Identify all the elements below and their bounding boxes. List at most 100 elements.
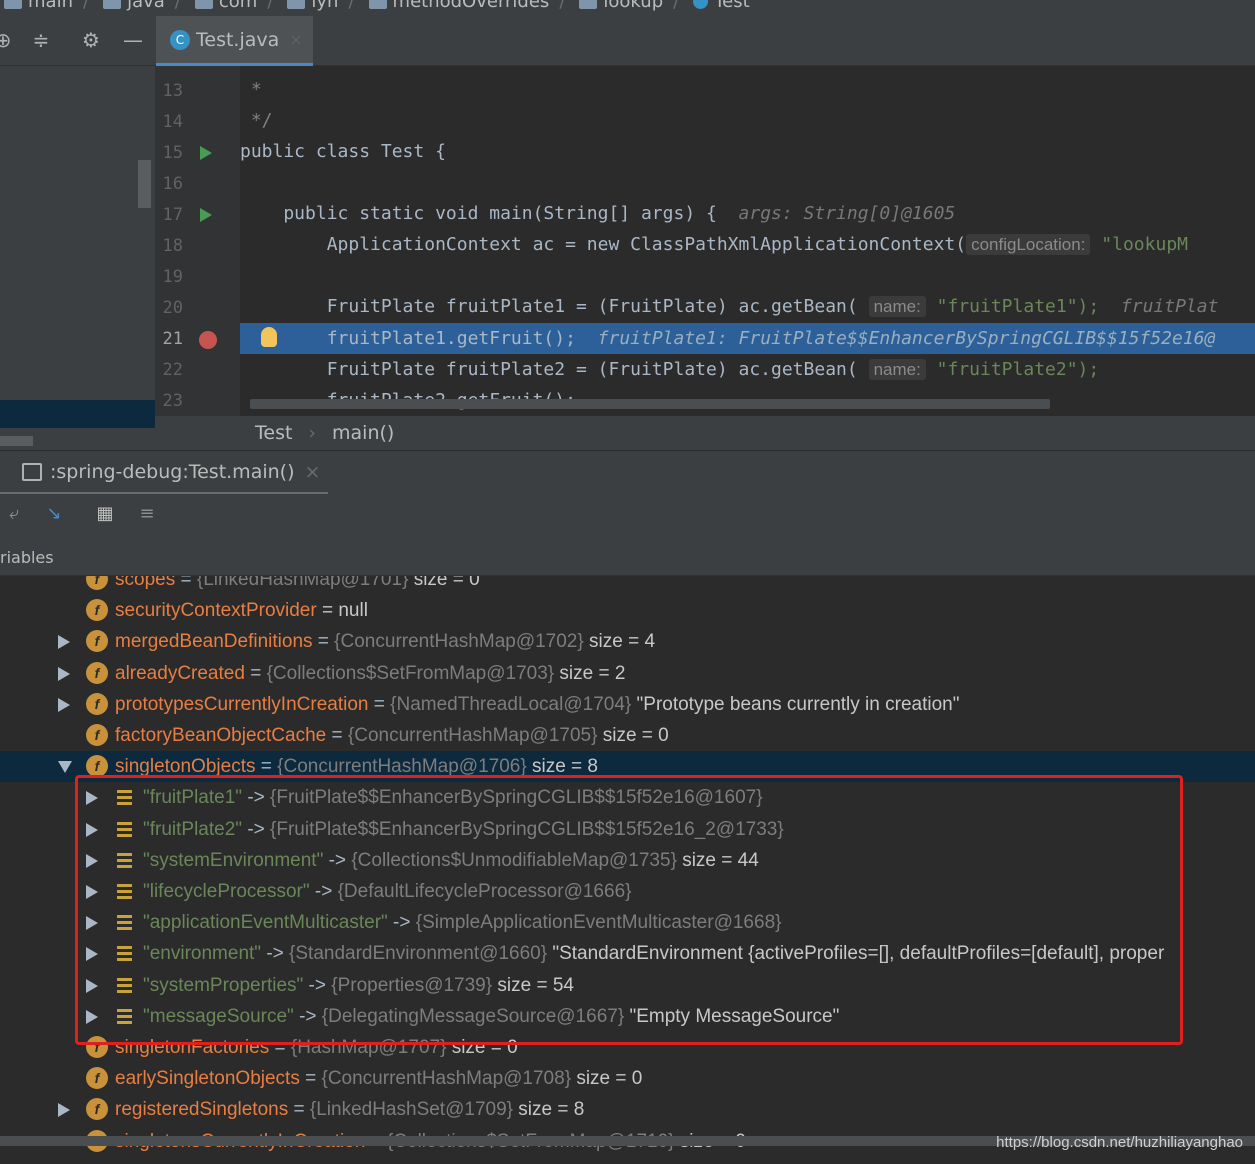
debug-icon	[22, 462, 42, 481]
field-icon: f	[86, 576, 108, 590]
navigation-bar: main / java / com / lyn / methodOverrides / l…	[0, 0, 1255, 16]
close-icon[interactable]: ×	[289, 30, 302, 49]
variable-row[interactable]: f securityContextProvider = null	[0, 595, 1255, 626]
editor-toolbar: ⊕ ≑ ⚙ — C Test.java ×	[0, 16, 1255, 66]
line-number: 20	[162, 298, 183, 318]
variable-name: earlySingletonObjects	[115, 1068, 300, 1090]
expand-arrow-right-icon[interactable]	[58, 697, 70, 712]
line-number: 21	[162, 329, 183, 349]
value-type: {ConcurrentHashMap@1702}	[334, 631, 584, 653]
line-number: 16	[162, 174, 183, 194]
highlight-annotation-box	[75, 775, 1183, 1045]
breakpoint-icon[interactable]	[199, 331, 217, 349]
line-number: 15	[162, 143, 183, 163]
parameter-hint: name:	[868, 359, 926, 380]
expand-arrow-right-icon[interactable]	[58, 666, 70, 681]
breadcrumb-item[interactable]: lookup	[575, 0, 663, 12]
selected-tree-row[interactable]	[0, 400, 155, 428]
code-line: *	[240, 79, 262, 100]
class-icon	[693, 0, 709, 9]
code-line: ApplicationContext ac = new ClassPathXml…	[240, 234, 1188, 255]
line-number: 22	[162, 360, 183, 380]
variable-row[interactable]: f mergedBeanDefinitions = {ConcurrentHash…	[0, 626, 1255, 657]
field-icon: f	[86, 599, 108, 622]
minimize-icon[interactable]: —	[122, 28, 144, 52]
folder-icon	[579, 0, 598, 9]
variable-name: securityContextProvider	[115, 600, 317, 622]
tab-debug-session[interactable]: :spring-debug:Test.main() ×	[0, 451, 328, 495]
breadcrumb-item[interactable]: java	[99, 0, 165, 12]
line-number: 14	[162, 112, 183, 132]
collapse-icon[interactable]: ≑	[30, 28, 52, 52]
scrollbar[interactable]	[138, 160, 151, 208]
breadcrumb-item[interactable]: com	[191, 0, 257, 12]
variables-header: riables	[0, 536, 1255, 576]
horizontal-scrollbar[interactable]	[250, 399, 1050, 409]
restore-layout-icon[interactable]: ⤶	[2, 502, 26, 526]
expand-arrow-right-icon[interactable]	[58, 635, 70, 650]
breadcrumb-method[interactable]: main()	[332, 422, 394, 444]
gear-icon[interactable]: ⚙	[80, 28, 102, 52]
variable-row[interactable]: f alreadyCreated = {Collections$SetFromMa…	[0, 658, 1255, 689]
run-icon[interactable]	[200, 208, 212, 222]
horizontal-scrollbar[interactable]	[0, 436, 33, 446]
variable-row[interactable]: f prototypesCurrentlyInCreation = {NamedT…	[0, 689, 1255, 720]
variable-name: scopes	[115, 576, 176, 590]
variable-row[interactable]: f scopes = {LinkedHashMap@1701} size = 0	[0, 576, 1255, 595]
value-detail: "Prototype beans currently in creation"	[631, 693, 960, 715]
field-icon: f	[86, 661, 108, 684]
line-number: 19	[162, 267, 183, 287]
folder-icon	[103, 0, 122, 9]
line-number: 17	[162, 205, 183, 225]
field-icon: f	[86, 1067, 108, 1090]
field-icon: f	[86, 692, 108, 715]
debug-toolbar: ⤶ ↘ ▦ ≡	[0, 494, 1255, 536]
breadcrumb-item[interactable]: lyn	[283, 0, 338, 12]
variable-row[interactable]: f earlySingletonObjects = {ConcurrentHash…	[0, 1063, 1255, 1094]
variable-name: registeredSingletons	[115, 1099, 289, 1121]
expand-arrow-down-icon[interactable]	[58, 761, 72, 774]
evaluate-expression-icon[interactable]: ▦	[93, 502, 117, 526]
value-type: {Collections$SetFromMap@1703}	[266, 662, 555, 684]
line-number: 18	[162, 236, 183, 256]
value-type: {LinkedHashMap@1701}	[196, 576, 409, 590]
tab-test-java[interactable]: C Test.java ×	[156, 16, 313, 66]
line-number: 23	[162, 391, 183, 411]
close-icon[interactable]: ×	[304, 461, 320, 483]
parameter-hint: configLocation:	[966, 234, 1091, 255]
code-line: public static void main(String[] args) {…	[240, 203, 956, 224]
variable-row[interactable]: f registeredSingletons = {LinkedHashSet@1…	[0, 1094, 1255, 1125]
breadcrumb-item[interactable]: main	[0, 0, 73, 12]
value-detail: size = 8	[512, 1099, 585, 1121]
expand-arrow-right-icon[interactable]	[58, 1103, 70, 1118]
code-line: public class Test {	[240, 141, 446, 162]
breadcrumb-class[interactable]: Test	[255, 422, 292, 444]
variable-name: mergedBeanDefinitions	[115, 631, 313, 653]
value-type: {LinkedHashSet@1709}	[309, 1099, 513, 1121]
breadcrumb-item[interactable]: Test	[689, 0, 750, 12]
variable-row[interactable]: f factoryBeanObjectCache = {ConcurrentHas…	[0, 720, 1255, 751]
target-icon[interactable]: ⊕	[0, 28, 14, 52]
editor-breadcrumb: Test › main()	[155, 416, 1255, 450]
variable-name: alreadyCreated	[115, 662, 245, 684]
breadcrumb-item[interactable]: methodOverrides	[365, 0, 549, 12]
watermark: https://blog.csdn.net/huzhiliayanghao	[996, 1134, 1243, 1151]
debug-tool-window-tabs: :spring-debug:Test.main() ×	[0, 450, 1255, 495]
field-icon: f	[86, 724, 108, 746]
value-type: {NamedThreadLocal@1704}	[390, 693, 632, 715]
value-detail: = null	[316, 600, 368, 622]
lightbulb-icon[interactable]	[261, 327, 277, 347]
value-detail: size = 0	[597, 725, 669, 746]
run-icon[interactable]	[200, 146, 212, 160]
value-type: {ConcurrentHashMap@1705}	[347, 725, 598, 746]
code-editor[interactable]: 13 14 15 16 17 18 19 20 21 22 23 * */ pu…	[155, 66, 1255, 416]
line-number: 13	[162, 81, 183, 101]
value-detail: size = 2	[554, 662, 626, 684]
step-into-icon[interactable]: ↘	[42, 502, 66, 526]
variable-name: factoryBeanObjectCache	[115, 725, 327, 746]
field-icon: f	[86, 1098, 108, 1121]
trace-icon[interactable]: ≡	[135, 502, 159, 526]
value-type: {ConcurrentHashMap@1708}	[321, 1068, 572, 1090]
